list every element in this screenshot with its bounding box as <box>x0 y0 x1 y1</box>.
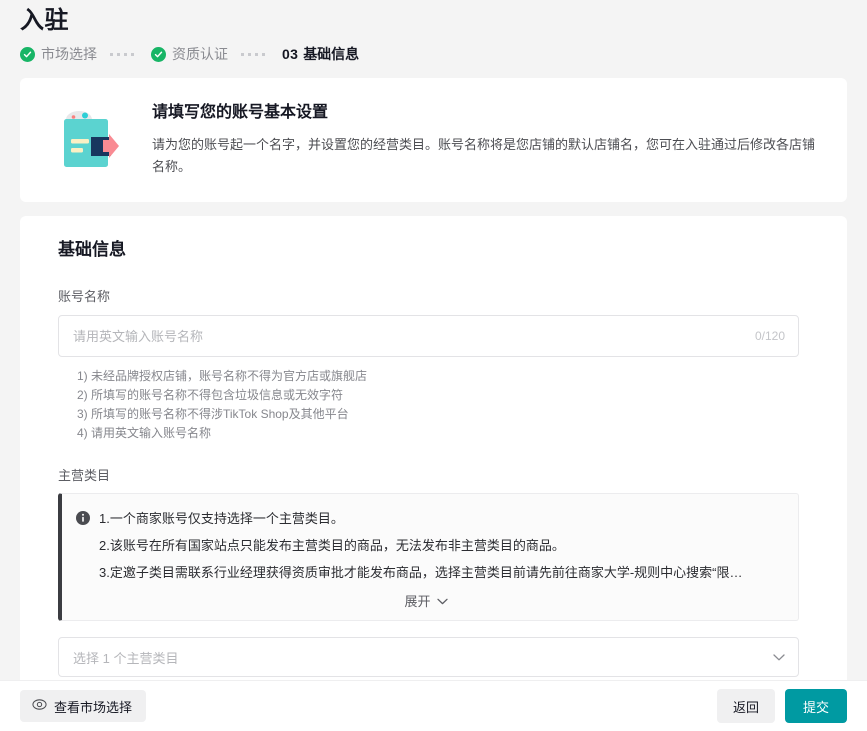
account-name-label: 账号名称 <box>40 288 827 306</box>
page-header: 入驻 市场选择 资质认证 03 基础信息 <box>0 0 867 68</box>
step-item-basic-info[interactable]: 03 基础信息 <box>282 44 359 64</box>
notice-expand-toggle[interactable]: 展开 <box>76 591 782 610</box>
notice-line: 1.一个商家账号仅支持选择一个主营类目。 <box>99 508 782 529</box>
eye-icon <box>32 697 54 715</box>
info-circle-icon <box>76 511 90 525</box>
main-category-select[interactable]: 选择 1 个主营类目 <box>58 637 799 677</box>
intro-card: 请填写您的账号基本设置 请为您的账号起一个名字，并设置您的经营类目。账号名称将是… <box>20 78 847 202</box>
step-indicator: 市场选择 资质认证 03 基础信息 <box>20 40 847 68</box>
notice-line: 3.定邀子类目需联系行业经理获得资质审批才能发布商品，选择主营类目前请先前往商家… <box>99 562 782 583</box>
account-setup-illustration <box>56 106 126 178</box>
intro-title: 请填写您的账号基本设置 <box>152 102 823 124</box>
intro-text-block: 请填写您的账号基本设置 请为您的账号起一个名字，并设置您的经营类目。账号名称将是… <box>152 100 823 178</box>
section-title: 基础信息 <box>40 238 827 262</box>
footer-buttons: 返回 提交 <box>717 689 847 723</box>
rule-item: 1) 未经品牌授权店铺，账号名称不得为官方店或旗舰店 <box>77 367 827 386</box>
chevron-down-icon <box>437 593 448 608</box>
step-label: 基础信息 <box>303 44 359 64</box>
notice-expand-label: 展开 <box>404 591 430 610</box>
main-category-select-placeholder: 选择 1 个主营类目 <box>73 648 178 667</box>
footer-action-bar: 查看市场选择 返回 提交 <box>0 680 867 731</box>
account-name-rules: 1) 未经品牌授权店铺，账号名称不得为官方店或旗舰店 2) 所填写的账号名称不得… <box>40 367 827 443</box>
step-item-qualification[interactable]: 资质认证 <box>151 44 228 64</box>
notice-line: 2.该账号在所有国家站点只能发布主营类目的商品，无法发布非主营类目的商品。 <box>99 535 782 556</box>
main-category-label: 主营类目 <box>40 467 827 485</box>
step-label: 资质认证 <box>172 44 228 64</box>
step-number: 03 <box>282 46 298 62</box>
account-name-input[interactable] <box>58 315 799 357</box>
rule-item: 2) 所填写的账号名称不得包含垃圾信息或无效字符 <box>77 386 827 405</box>
submit-button[interactable]: 提交 <box>785 689 847 723</box>
page-title: 入驻 <box>20 0 847 38</box>
check-circle-icon <box>151 47 166 62</box>
main-category-select-wrap: 选择 1 个主营类目 <box>58 637 799 677</box>
view-market-selection-button[interactable]: 查看市场选择 <box>20 690 146 722</box>
rule-item: 3) 所填写的账号名称不得涉TikTok Shop及其他平台 <box>77 405 827 424</box>
back-button[interactable]: 返回 <box>717 689 775 723</box>
main-category-notice: 1.一个商家账号仅支持选择一个主营类目。 2.该账号在所有国家站点只能发布主营类… <box>58 493 799 621</box>
check-circle-icon <box>20 47 35 62</box>
step-connector-2 <box>241 53 269 56</box>
step-label: 市场选择 <box>41 44 97 64</box>
step-item-market-selection[interactable]: 市场选择 <box>20 44 97 64</box>
notice-lines: 1.一个商家账号仅支持选择一个主营类目。 2.该账号在所有国家站点只能发布主营类… <box>99 508 782 583</box>
step-connector-1 <box>110 53 138 56</box>
basic-info-card: 基础信息 账号名称 0/120 1) 未经品牌授权店铺，账号名称不得为官方店或旗… <box>20 216 847 703</box>
account-name-field: 0/120 <box>58 315 799 357</box>
rule-item: 4) 请用英文输入账号名称 <box>77 424 827 443</box>
intro-description: 请为您的账号起一个名字，并设置您的经营类目。账号名称将是您店铺的默认店铺名，您可… <box>152 134 823 178</box>
view-market-selection-label: 查看市场选择 <box>54 697 132 716</box>
